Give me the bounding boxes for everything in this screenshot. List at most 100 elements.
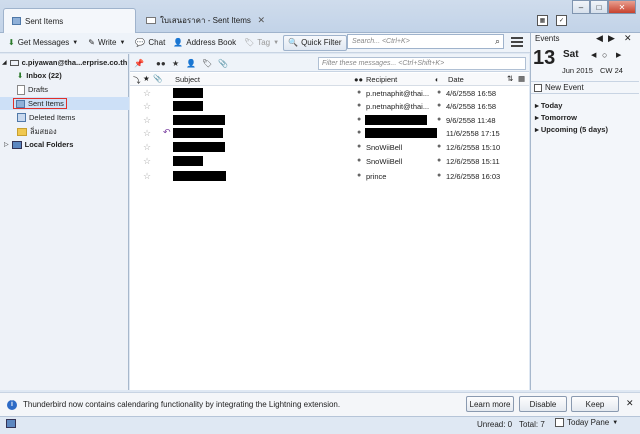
unread-filter-icon[interactable]: ●● [156, 59, 166, 68]
table-row[interactable]: ☆ ● p.netnaphit@thai... ● 4/6/2558 16:58 [130, 100, 529, 113]
date-column-header[interactable]: Date [448, 75, 464, 84]
tab-sent-items[interactable]: Sent Items [3, 8, 136, 33]
keep-button[interactable]: Keep [571, 396, 619, 412]
folder-inbox[interactable]: ⬇ Inbox (22) [0, 69, 129, 82]
tag-button[interactable]: 🏷 Tag ▼ [240, 35, 283, 51]
folder-deleted-items[interactable]: Deleted Items [0, 111, 129, 124]
read-dot-icon[interactable]: ● [357, 143, 361, 150]
recipient-column-header[interactable]: Recipient [366, 75, 397, 84]
subject-column-header[interactable]: Subject [175, 75, 200, 84]
local-folders-row[interactable]: ▷ Local Folders [0, 138, 129, 151]
mail-account-icon [9, 59, 19, 66]
column-picker-icon[interactable]: ▦ [518, 74, 525, 83]
read-dot-icon[interactable]: ● [357, 102, 361, 109]
next-arrow-icon[interactable]: ▶ [608, 33, 615, 44]
search-icon[interactable]: ⌕ [495, 36, 500, 47]
chat-button[interactable]: 💬 Chat [131, 35, 169, 51]
chevron-down-icon[interactable]: ▼ [72, 40, 78, 46]
read-dot-icon[interactable]: ● [357, 116, 361, 123]
learn-more-button[interactable]: Learn more [466, 396, 514, 412]
disable-button[interactable]: Disable [519, 396, 567, 412]
star-icon[interactable]: ☆ [143, 156, 151, 167]
read-dot-icon[interactable]: ● [357, 89, 361, 96]
junk-dot-icon[interactable]: ● [437, 143, 441, 150]
star-column-icon[interactable]: ★ [143, 74, 150, 83]
table-row[interactable]: ☆ ● p.netnaphit@thai... ● 4/6/2558 16:58 [130, 87, 529, 100]
collapse-icon[interactable]: ◢ [2, 59, 7, 66]
today-pane-toggle[interactable]: Today Pane ▼ [555, 418, 618, 427]
starred-filter-icon[interactable]: ★ [172, 59, 179, 68]
app-menu-icon[interactable] [511, 37, 523, 47]
junk-dot-icon[interactable]: ● [437, 89, 441, 96]
day-next-icon[interactable]: ▶ [616, 51, 621, 59]
minimize-button[interactable]: – [572, 0, 590, 14]
table-row[interactable]: ☆ ● SnoWiiBell ● 12/6/2558 15:11 [130, 155, 529, 168]
close-window-button[interactable]: ✕ [608, 0, 636, 14]
agenda-tomorrow[interactable]: ▸ Tomorrow [535, 113, 577, 122]
table-row[interactable]: ☆ ● ● 9/6/2558 11:48 [130, 114, 529, 127]
table-row[interactable]: ☆ ● SnoWiiBell ● 12/6/2558 15:10 [130, 141, 529, 154]
computer-icon [11, 140, 22, 149]
junk-column-icon[interactable]: ◐ [435, 75, 440, 84]
star-icon[interactable]: ☆ [143, 88, 151, 99]
junk-dot-icon[interactable]: ● [437, 116, 441, 123]
tab-label: ใบเสนอราคา - Sent Items [160, 16, 251, 25]
calendar-tab-icon[interactable]: ▦ [537, 15, 548, 26]
junk-dot-icon[interactable]: ● [437, 102, 441, 109]
table-row[interactable]: ↶ ☆ ● 11/6/2558 17:15 [130, 127, 529, 140]
search-input[interactable]: Search... <Ctrl+K> ⌕ [347, 34, 504, 49]
thread-column-icon[interactable]: ⤵ [133, 75, 141, 86]
attachment-filter-icon[interactable]: 📎 [218, 59, 228, 68]
today-icon[interactable]: ○ [602, 50, 607, 60]
address-book-label: Address Book [186, 38, 237, 47]
recipient-cell: SnoWiiBell [366, 157, 403, 166]
junk-dot-icon[interactable]: ● [437, 157, 441, 164]
tab-quotation-sent-items[interactable]: ใบเสนอราคา - Sent Items ✕ [138, 8, 273, 33]
star-icon[interactable]: ☆ [143, 128, 151, 139]
contact-filter-icon[interactable]: 👤 [186, 59, 196, 68]
date-cell: 11/6/2558 17:15 [446, 129, 500, 138]
chevron-down-icon: ▼ [612, 419, 619, 426]
star-icon[interactable]: ☆ [143, 101, 151, 112]
prev-arrow-icon[interactable]: ◀ [596, 33, 603, 44]
account-row[interactable]: ◢ c.piyawan@tha...erprise.co.th [0, 56, 129, 69]
agenda-group-label: Upcoming (5 days) [540, 125, 608, 134]
junk-dot-icon[interactable]: ● [437, 172, 441, 179]
folder-drafts[interactable]: Drafts [0, 83, 129, 96]
calendar-icon [555, 418, 564, 427]
get-messages-button[interactable]: ⬇ Get Messages ▼ [4, 35, 82, 51]
filter-messages-input[interactable]: Filter these messages... <Ctrl+Shift+K> [318, 57, 526, 70]
address-book-button[interactable]: 👤 Address Book [169, 35, 240, 51]
new-event-button[interactable]: New Event [531, 81, 639, 94]
highlight-box: Sent Items [13, 98, 67, 109]
tab-close-icon[interactable]: ✕ [257, 15, 265, 26]
quick-filter-button[interactable]: 🔍 Quick Filter [283, 34, 347, 51]
sort-icon[interactable]: ⇅ [507, 74, 513, 83]
agenda-upcoming[interactable]: ▸ Upcoming (5 days) [535, 125, 608, 134]
folder-sent-items[interactable]: Sent Items [0, 97, 129, 110]
star-icon[interactable]: ☆ [143, 171, 151, 182]
read-column-icon[interactable]: ●● [354, 75, 363, 84]
read-dot-icon[interactable]: ● [357, 172, 361, 179]
chevron-down-icon[interactable]: ▼ [119, 40, 125, 46]
day-prev-icon[interactable]: ◀ [591, 51, 596, 59]
tasks-tab-icon[interactable]: ✓ [556, 15, 567, 26]
expand-icon[interactable]: ▷ [4, 141, 9, 148]
folder-thai[interactable]: ลิ่มสยอง [0, 125, 129, 138]
write-button[interactable]: ✎ Write ▼ [84, 35, 129, 51]
star-icon[interactable]: ☆ [143, 142, 151, 153]
agenda-today[interactable]: ▸ Today [535, 101, 562, 110]
close-notification-icon[interactable]: ✕ [626, 398, 634, 409]
close-pane-icon[interactable]: ✕ [624, 33, 632, 44]
read-dot-icon[interactable]: ● [357, 129, 361, 136]
attachment-column-icon[interactable]: 📎 [153, 74, 162, 83]
online-status-icon[interactable] [6, 419, 16, 428]
trash-icon [17, 113, 26, 122]
table-row[interactable]: ☆ ● prince ● 12/6/2558 16:03 [130, 170, 529, 183]
pin-icon[interactable]: 📌 [134, 59, 144, 68]
column-header: ⤵ ★ 📎 Subject ●● Recipient ◐ Date ⇅ ▦ [130, 73, 529, 86]
read-dot-icon[interactable]: ● [357, 157, 361, 164]
star-icon[interactable]: ☆ [143, 115, 151, 126]
maximize-button[interactable]: □ [590, 0, 608, 14]
tag-filter-icon[interactable]: 🏷 [202, 59, 212, 68]
